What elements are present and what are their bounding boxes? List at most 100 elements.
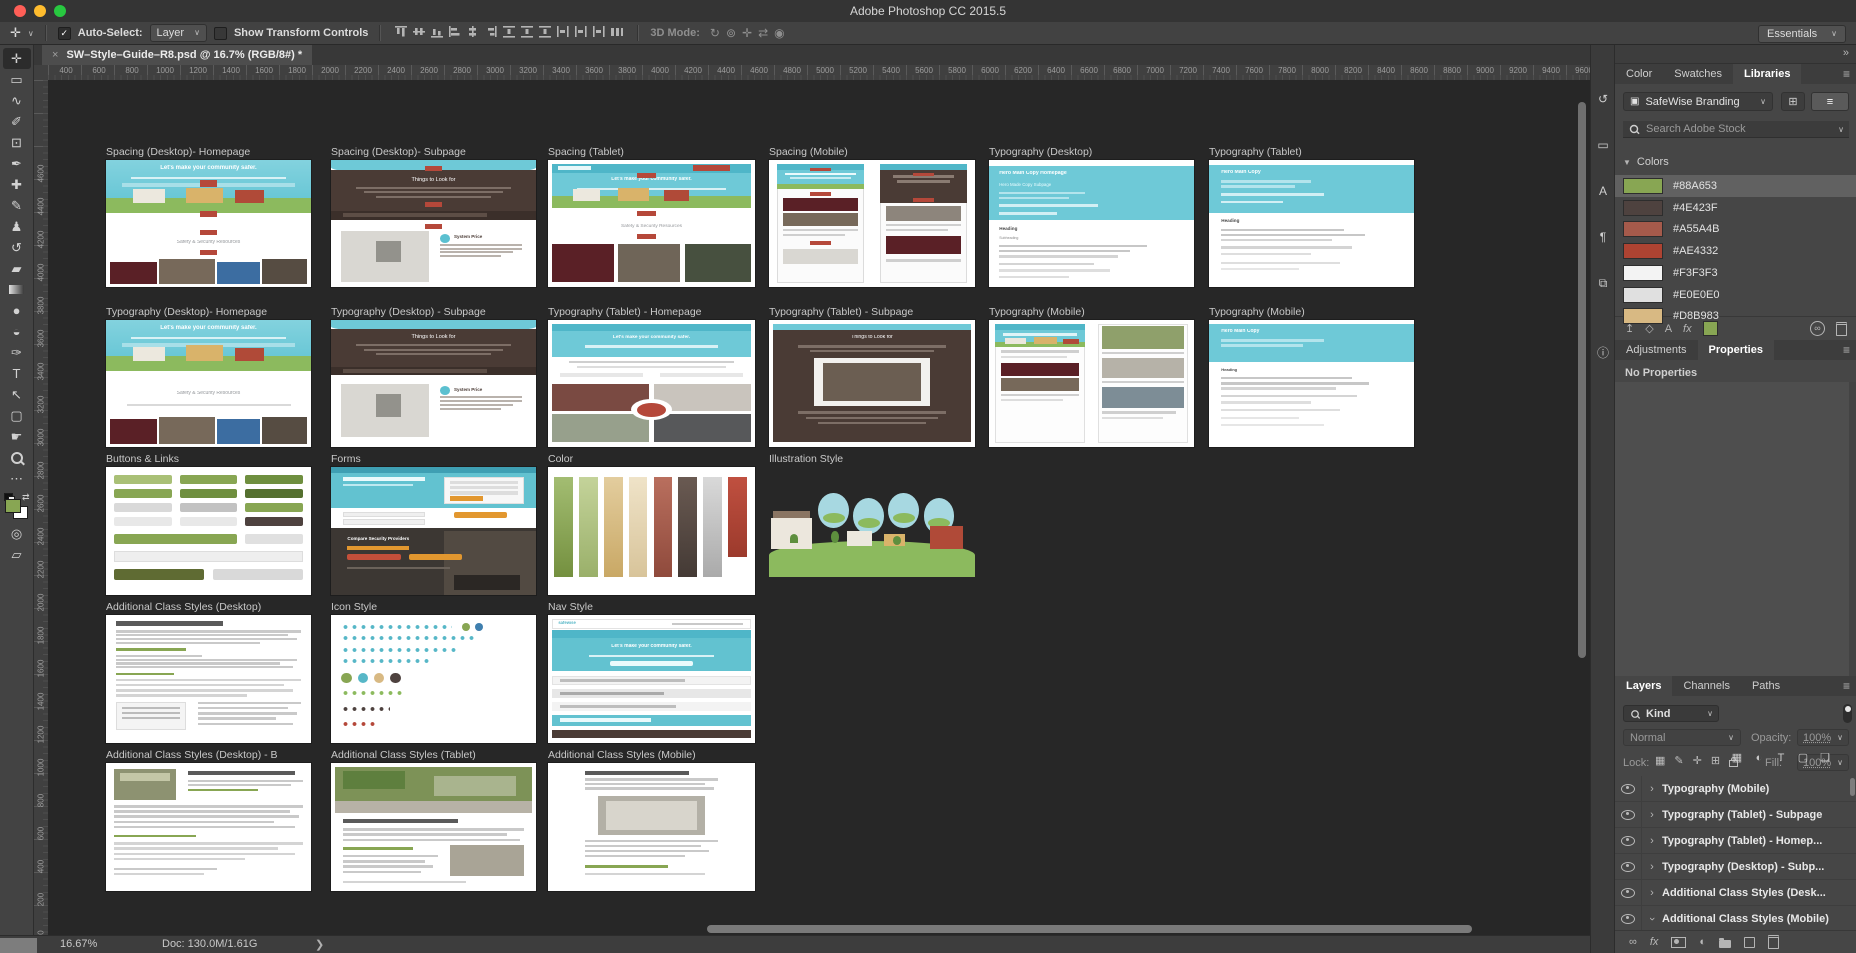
- artboard[interactable]: Hero Main Copy HomepageHero Made Copy Su…: [989, 160, 1194, 287]
- quick-mask-button[interactable]: ◎: [3, 523, 31, 544]
- library-color-row[interactable]: #F3F3F3: [1615, 262, 1856, 284]
- distribute-right-edges-icon[interactable]: [592, 25, 606, 41]
- search-adobe-stock-field[interactable]: Search Adobe Stock ∨: [1623, 121, 1849, 138]
- artboard[interactable]: [989, 320, 1194, 447]
- history-panel-icon[interactable]: ↺: [1591, 88, 1615, 110]
- device-preview-panel-icon[interactable]: ▭: [1591, 134, 1615, 156]
- 3d-orbit-icon[interactable]: ↻: [710, 26, 720, 40]
- eraser-tool[interactable]: ▰: [3, 258, 31, 279]
- gradient-tool[interactable]: [3, 279, 31, 300]
- show-transform-controls-checkbox[interactable]: [214, 27, 227, 40]
- clone-stamp-tool[interactable]: ♟: [3, 216, 31, 237]
- align-left-edges-icon[interactable]: [448, 25, 462, 41]
- close-window-button[interactable]: [14, 5, 26, 17]
- artboard-label[interactable]: Spacing (Tablet): [548, 146, 624, 159]
- tab-adjustments[interactable]: Adjustments: [1615, 340, 1698, 360]
- layer-row[interactable]: ›Additional Class Styles (Desk...: [1615, 880, 1856, 906]
- artboard-label[interactable]: Additional Class Styles (Mobile): [548, 749, 696, 762]
- artboard[interactable]: Hero Main CopyHeading: [1209, 160, 1414, 287]
- artboard-label[interactable]: Typography (Mobile): [1209, 306, 1305, 319]
- artboard[interactable]: [769, 467, 975, 595]
- artboard-label[interactable]: Typography (Tablet) - Homepage: [548, 306, 702, 319]
- artboard[interactable]: Let's make your community safer.Safety &…: [106, 160, 311, 287]
- visibility-toggle[interactable]: [1615, 854, 1642, 879]
- opacity-field[interactable]: 100%∨: [1797, 729, 1849, 746]
- artboard-label[interactable]: Typography (Tablet): [1209, 146, 1302, 159]
- new-group-icon[interactable]: [1719, 940, 1731, 948]
- expand-chevron-icon[interactable]: ›: [1642, 887, 1662, 899]
- visibility-toggle[interactable]: [1615, 828, 1642, 853]
- new-adjustment-layer-icon[interactable]: ◐: [1699, 936, 1706, 948]
- library-color-row[interactable]: #A55A4B: [1615, 218, 1856, 240]
- move-tool[interactable]: ✛: [3, 48, 31, 69]
- artboard-label[interactable]: Icon Style: [331, 601, 377, 614]
- filter-type-layers-icon[interactable]: T: [1771, 750, 1791, 767]
- expand-chevron-icon[interactable]: ›: [1646, 909, 1658, 929]
- link-layers-icon[interactable]: ∞: [1629, 936, 1637, 948]
- artboard[interactable]: [106, 615, 311, 743]
- expand-chevron-icon[interactable]: ›: [1642, 809, 1662, 821]
- history-brush-tool[interactable]: ↺: [3, 237, 31, 258]
- marquee-tool[interactable]: ▭: [3, 69, 31, 90]
- minimize-window-button[interactable]: [34, 5, 46, 17]
- maximize-window-button[interactable]: [54, 5, 66, 17]
- library-color-row[interactable]: #D8B983: [1615, 305, 1856, 327]
- tab-color[interactable]: Color: [1615, 64, 1663, 84]
- tab-layers[interactable]: Layers: [1615, 676, 1672, 696]
- panel-menu-icon[interactable]: ≡: [1843, 67, 1850, 81]
- pen-tool[interactable]: ✑: [3, 342, 31, 363]
- 3d-camera-icon[interactable]: ◉: [774, 26, 784, 40]
- lock-artboard-icon[interactable]: ⊞: [1711, 754, 1720, 767]
- blend-mode-dropdown[interactable]: Normal∨: [1623, 729, 1741, 746]
- collapse-panels-icon[interactable]: »: [1843, 47, 1849, 59]
- edit-toolbar-button[interactable]: ⋯: [3, 468, 31, 489]
- ruler-corner[interactable]: [34, 65, 49, 81]
- 3d-slide-icon[interactable]: ⇄: [758, 26, 768, 40]
- tab-paths[interactable]: Paths: [1741, 676, 1791, 696]
- type-tool[interactable]: T: [3, 363, 31, 384]
- info-panel-icon[interactable]: ⓘ: [1591, 342, 1615, 364]
- panel-menu-icon[interactable]: ≡: [1843, 343, 1850, 357]
- artboard[interactable]: [331, 615, 536, 743]
- artboard[interactable]: Let's make your community safer.: [548, 320, 755, 447]
- align-bottom-edges-icon[interactable]: [430, 25, 444, 41]
- distribute-horizontal-centers-icon[interactable]: [574, 25, 588, 41]
- delete-layer-icon[interactable]: [1768, 935, 1779, 949]
- tab-libraries[interactable]: Libraries: [1733, 64, 1801, 84]
- artboard-label[interactable]: Typography (Tablet) - Subpage: [769, 306, 913, 319]
- distribute-bottom-edges-icon[interactable]: [538, 25, 552, 41]
- artboard-label[interactable]: Spacing (Desktop)- Homepage: [106, 146, 250, 159]
- tab-swatches[interactable]: Swatches: [1663, 64, 1733, 84]
- artboard-label[interactable]: Spacing (Mobile): [769, 146, 848, 159]
- grid-view-button[interactable]: ⊞: [1781, 92, 1805, 111]
- artboard-label[interactable]: Typography (Desktop)- Homepage: [106, 306, 267, 319]
- eyedropper-tool[interactable]: ✒: [3, 153, 31, 174]
- clone-source-panel-icon[interactable]: ⧉: [1591, 272, 1615, 294]
- swap-colors-icon[interactable]: ⇄: [22, 492, 30, 503]
- workspace-switcher[interactable]: Essentials∨: [1758, 25, 1846, 43]
- 3d-roll-icon[interactable]: ⊚: [726, 26, 736, 40]
- visibility-toggle[interactable]: [1615, 776, 1642, 801]
- panel-menu-icon[interactable]: ≡: [1843, 679, 1850, 693]
- screen-mode-button[interactable]: ▱: [3, 544, 31, 565]
- color-swatch[interactable]: [1623, 287, 1663, 303]
- artboard-label[interactable]: Additional Class Styles (Desktop) - B: [106, 749, 278, 762]
- zoom-tool[interactable]: [3, 447, 31, 468]
- tab-channels[interactable]: Channels: [1672, 676, 1740, 696]
- vertical-scrollbar[interactable]: [1578, 102, 1586, 658]
- library-color-row[interactable]: #AE4332: [1615, 240, 1856, 262]
- library-color-row[interactable]: #88A653: [1615, 175, 1856, 197]
- color-swatch[interactable]: [1623, 200, 1663, 216]
- color-swatch[interactable]: [1623, 308, 1663, 324]
- align-right-edges-icon[interactable]: [484, 25, 498, 41]
- horizontal-scrollbar[interactable]: [707, 925, 1472, 933]
- artboard-label[interactable]: Nav Style: [548, 601, 593, 614]
- quick-selection-tool[interactable]: ✐: [3, 111, 31, 132]
- distribute-vertical-centers-icon[interactable]: [520, 25, 534, 41]
- status-chevron-icon[interactable]: ❯: [315, 938, 324, 951]
- paragraph-panel-icon[interactable]: ¶: [1591, 226, 1615, 248]
- color-swatch[interactable]: [1623, 265, 1663, 281]
- new-layer-icon[interactable]: [1744, 937, 1755, 948]
- filter-pixel-layers-icon[interactable]: ▦: [1727, 750, 1747, 767]
- artboard[interactable]: Let's make your community safer.Safety &…: [548, 160, 755, 287]
